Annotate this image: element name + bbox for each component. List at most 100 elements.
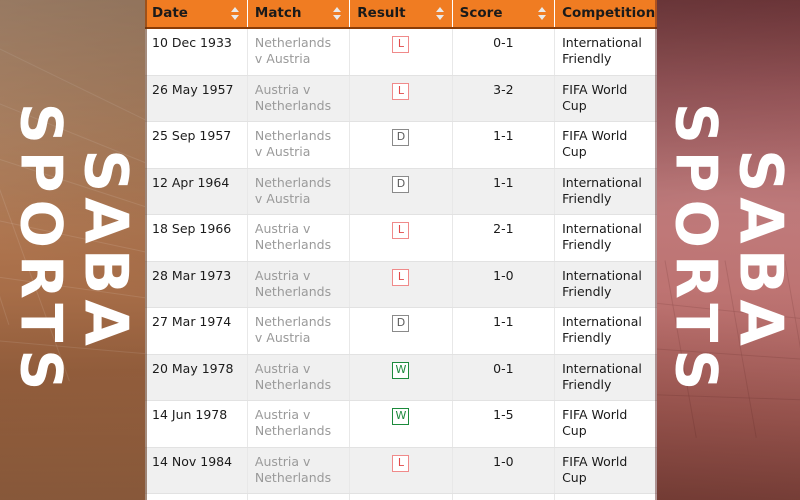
right-wordmark-line1: SABA (725, 149, 796, 351)
column-header-result[interactable]: Result (349, 0, 453, 29)
cell-score: 1-5 (452, 400, 556, 448)
column-header-competition-label: Competition (562, 5, 656, 21)
cell-date: 18 Sep 1966 (145, 214, 248, 262)
sort-updown-icon[interactable] (333, 6, 342, 20)
cell-competition: FIFA World Cup (554, 75, 657, 122)
cell-result: W (349, 400, 453, 448)
column-header-competition[interactable]: Competition (554, 0, 657, 29)
cell-match: Netherlands v Austria (247, 168, 351, 215)
cell-match: Austria v Netherlands (247, 261, 351, 308)
cell-date: 28 Mar 1973 (145, 261, 248, 308)
cell-date: 27 Mar 1974 (145, 307, 248, 355)
table-row[interactable]: 18 Sep 1966 Austria v Netherlands L 2-1 Inte… (145, 214, 657, 262)
right-background-panel: SABA SPORTS (655, 0, 800, 500)
cell-competition: International Friendly (554, 261, 657, 308)
cell-result: L (349, 28, 453, 76)
cell-match: Austria v Netherlands (247, 447, 351, 494)
result-badge-d: D (392, 315, 410, 332)
cell-match: Netherlands v Austria (247, 28, 351, 76)
result-badge-l: L (392, 36, 410, 53)
sort-updown-icon[interactable] (538, 6, 547, 20)
cell-date: 26 May 1957 (145, 75, 248, 122)
table-row[interactable]: 14 Jun 1978 Austria v Netherlands W 1-5 FIFA… (145, 400, 657, 448)
cell-date: 14 Jun 1978 (145, 400, 248, 448)
table-row[interactable]: 28 Mar 1973 Austria v Netherlands L 1-0 Inte… (145, 261, 657, 308)
cell-competition: International Friendly (554, 354, 657, 401)
right-saba-sports-wordmark: SABA SPORTS (661, 102, 796, 398)
result-badge-w: W (392, 408, 410, 425)
cell-date: 20 May 1978 (145, 354, 248, 401)
table-row[interactable]: 01 May 1985Netherlands v AustriaD1-1FIFA… (145, 493, 657, 500)
table-head: Date Match Result Score Competition (145, 0, 657, 29)
cell-match: Netherlands v Austria (247, 493, 351, 500)
result-badge-l: L (392, 268, 410, 286)
cell-competition: FIFA World Cup (554, 400, 657, 448)
cell-competition: International Friendly (554, 168, 657, 215)
cell-match: Netherlands v Austria (247, 121, 351, 169)
cell-score: 1-1 (452, 121, 556, 169)
cell-date: 10 Dec 1933 (145, 28, 248, 76)
table-body: 10 Dec 1933 Netherlands v Austria L 0-1 Inte… (145, 28, 657, 500)
cell-score: 1-0 (452, 261, 556, 308)
cell-result: D (349, 493, 453, 500)
cell-score: 1-1 (452, 307, 556, 355)
cell-result: L (349, 261, 453, 308)
cell-date: 01 May 1985 (145, 493, 248, 500)
table-row[interactable]: 25 Sep 1957 Netherlands v Austria D 1-1 FIFA… (145, 121, 657, 169)
left-wordmark-line2: SPORTS (6, 102, 73, 398)
result-badge-l: L (392, 82, 410, 100)
column-header-score-label: Score (459, 5, 503, 21)
cell-score: 1-0 (452, 447, 556, 494)
cell-result: D (349, 168, 453, 215)
result-badge-d: D (392, 129, 410, 146)
column-header-date-label: Date (152, 5, 188, 21)
table-row[interactable]: 12 Apr 1964 Netherlands v Austria D 1-1 Inte… (145, 168, 657, 215)
table-row[interactable]: 10 Dec 1933 Netherlands v Austria L 0-1 Inte… (145, 28, 657, 76)
cell-result: D (349, 121, 453, 169)
table-header-row: Date Match Result Score Competition (145, 0, 657, 29)
column-header-result-label: Result (357, 5, 406, 21)
table-row[interactable]: 14 Nov 1984 Austria v Netherlands L 1-0 FIFA… (145, 447, 657, 494)
column-header-score[interactable]: Score (452, 0, 556, 29)
table-row[interactable]: 20 May 1978 Austria v Netherlands W 0-1 Inte… (145, 354, 657, 401)
results-panel: SABA SPORTS Date Match (145, 0, 657, 500)
cell-competition: FIFA World Cup (554, 447, 657, 494)
result-badge-l: L (392, 222, 410, 239)
column-header-match[interactable]: Match (247, 0, 351, 29)
cell-competition: International Friendly (554, 28, 657, 76)
result-badge-d: D (392, 175, 410, 193)
column-header-match-label: Match (254, 5, 302, 21)
cell-match: Austria v Netherlands (247, 354, 351, 401)
cell-result: L (349, 447, 453, 494)
cell-match: Austria v Netherlands (247, 75, 351, 122)
head-to-head-results-table: Date Match Result Score Competition 10 D… (145, 0, 657, 500)
cell-date: 25 Sep 1957 (145, 121, 248, 169)
screenshot-root: SABA SPORTS SABA SPORTS SABA SPORTS (0, 0, 800, 500)
cell-score: 0-1 (452, 28, 556, 76)
table-row[interactable]: 26 May 1957 Austria v Netherlands L 3-2 FIFA… (145, 75, 657, 122)
sort-updown-icon[interactable] (435, 6, 445, 20)
panel-right-edge (655, 0, 657, 500)
cell-result: W (349, 354, 453, 401)
column-header-date[interactable]: Date (145, 0, 248, 29)
cell-score: 1-1 (452, 168, 556, 215)
left-background-panel: SABA SPORTS (0, 0, 145, 500)
cell-competition: FIFA World Cup (554, 121, 657, 169)
table-row[interactable]: 27 Mar 1974 Netherlands v Austria D 1-1 Inte… (145, 307, 657, 355)
cell-date: 12 Apr 1964 (145, 168, 248, 215)
cell-score: 3-2 (452, 75, 556, 122)
right-wordmark-line2: SPORTS (661, 102, 728, 398)
cell-competition: International Friendly (554, 214, 657, 262)
cell-score: 1-1 (452, 493, 556, 500)
cell-result: D (349, 307, 453, 355)
left-wordmark-line1: SABA (70, 149, 141, 351)
result-badge-w: W (392, 361, 410, 379)
cell-result: L (349, 75, 453, 122)
panel-left-edge (145, 0, 147, 500)
cell-match: Austria v Netherlands (247, 400, 351, 448)
cell-result: L (349, 214, 453, 262)
cell-date: 14 Nov 1984 (145, 447, 248, 494)
left-saba-sports-wordmark: SABA SPORTS (6, 102, 141, 398)
sort-updown-icon[interactable] (230, 6, 240, 20)
cell-competition: International Friendly (554, 307, 657, 355)
